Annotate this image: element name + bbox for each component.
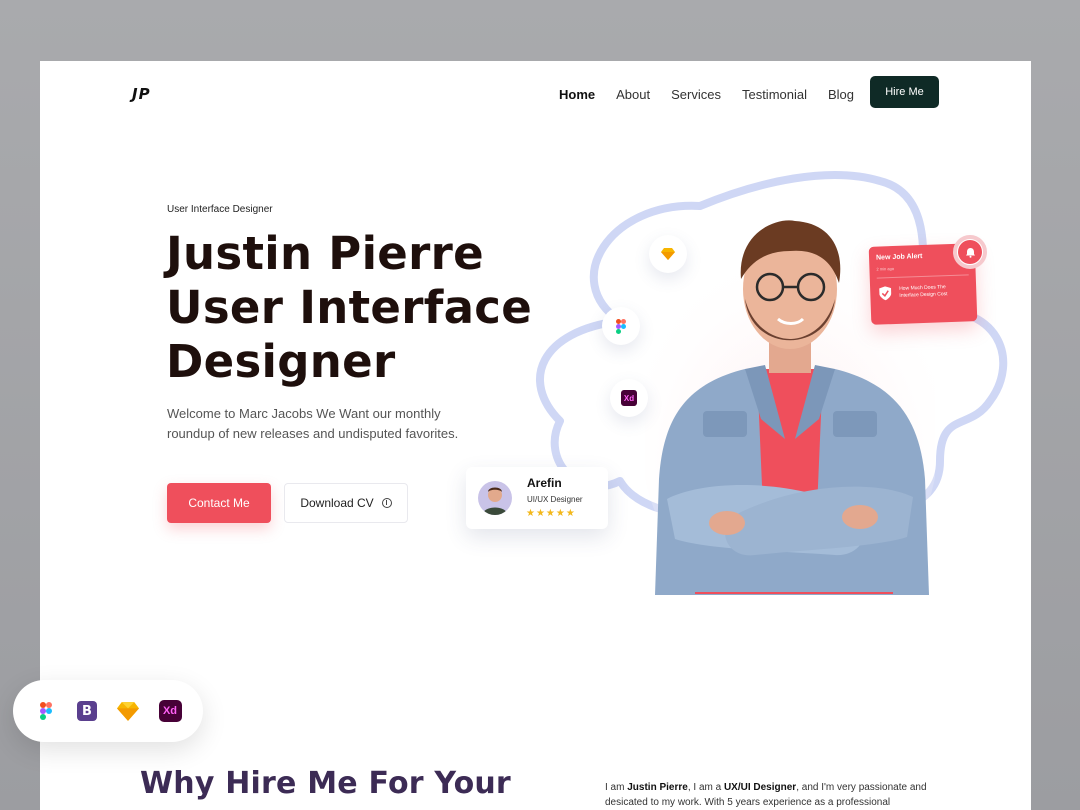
notification-bell-button[interactable] [953, 235, 987, 269]
bell-icon [958, 240, 982, 264]
sketch-icon [649, 235, 687, 273]
about-name: Justin Pierre [627, 782, 688, 793]
avatar [478, 481, 512, 515]
headline-line: User Interface [166, 281, 533, 334]
figma-icon[interactable] [34, 699, 58, 723]
section-heading: Why Hire Me For Your [140, 766, 511, 801]
bootstrap-icon[interactable]: B [75, 699, 99, 723]
headline-line: Designer [166, 335, 396, 388]
nav-testimonial[interactable]: Testimonial [742, 87, 807, 102]
shield-icon [879, 286, 892, 301]
bootstrap-badge: B [77, 701, 97, 721]
about-text: I am Justin Pierre, I am a UX/UI Designe… [605, 780, 945, 810]
sketch-icon[interactable] [116, 699, 140, 723]
logo[interactable]: JP [132, 85, 151, 103]
nav-home[interactable]: Home [559, 87, 595, 102]
xd-badge: Xd [621, 390, 637, 406]
description-line: roundup of new releases and undisputed f… [167, 426, 459, 441]
xd-icon: Xd [610, 379, 648, 417]
star-rating: ★★★★★ [526, 508, 576, 519]
xd-icon[interactable]: Xd [158, 699, 182, 723]
hero-eyebrow: User Interface Designer [167, 204, 273, 215]
reviewer-role: UI/UX Designer [527, 495, 583, 504]
download-cv-label: Download CV [300, 496, 374, 510]
tools-bar: B Xd [13, 680, 203, 742]
about-text-part: I am [605, 782, 628, 793]
download-icon [381, 498, 392, 508]
nav-blog[interactable]: Blog [828, 87, 854, 102]
hero-description: Welcome to Marc Jacobs We Want our month… [167, 404, 487, 444]
hire-me-button[interactable]: Hire Me [870, 76, 939, 108]
download-cv-button[interactable]: Download CV [284, 483, 408, 523]
main-nav: Home About Services Testimonial Blog [559, 87, 875, 102]
xd-badge: Xd [158, 700, 182, 722]
figma-icon [602, 307, 640, 345]
about-role: UX/UI Designer [723, 782, 797, 793]
about-text-part: desicated to my work. With 5 years exper… [605, 797, 891, 808]
headline-line: Justin Pierre [166, 227, 484, 280]
about-text-part: , and I'm very passionate and [796, 782, 927, 793]
nav-services[interactable]: Services [671, 87, 721, 102]
alert-subtitle: 2 min ago [876, 266, 895, 272]
portrait-image [645, 220, 935, 595]
about-text-part: , I am a [687, 782, 724, 793]
contact-me-button[interactable]: Contact Me [167, 483, 271, 523]
alert-title: New Job Alert [875, 253, 923, 262]
reviewer-name: Arefin [527, 476, 562, 490]
description-line: Welcome to Marc Jacobs We Want our month… [167, 406, 441, 421]
alert-divider [876, 274, 969, 279]
alert-message-line: Interface Design Cost [899, 291, 948, 299]
reviewer-card: Arefin UI/UX Designer ★★★★★ [466, 467, 608, 529]
hero-headline: Justin Pierre User Interface Designer [166, 227, 546, 389]
nav-about[interactable]: About [616, 87, 650, 102]
alert-message: How Much Does The Interface Design Cost [899, 283, 969, 299]
